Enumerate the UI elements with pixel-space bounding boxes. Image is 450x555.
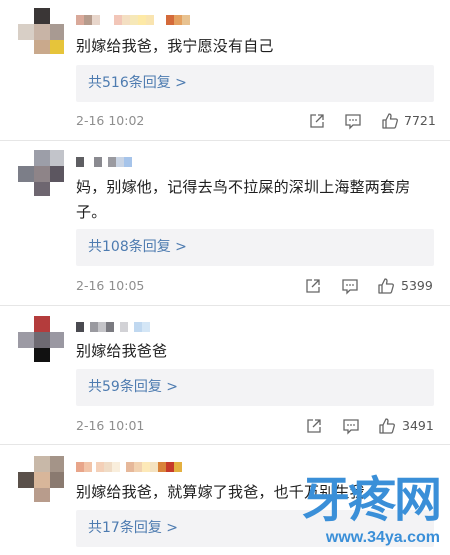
comment-time: 2-16 10:05 xyxy=(76,278,145,293)
divider xyxy=(0,140,450,141)
thumbs-up-icon[interactable] xyxy=(378,417,396,435)
comment-icon[interactable] xyxy=(342,417,360,435)
view-replies-button[interactable]: 共516条回复 > xyxy=(76,65,434,102)
view-replies-button[interactable]: 共59条回复 > xyxy=(76,369,434,406)
username-blurred[interactable] xyxy=(76,157,132,167)
avatar[interactable] xyxy=(18,316,64,362)
comment-text: 别嫁给我爸爸 xyxy=(76,342,168,360)
divider xyxy=(0,305,450,306)
comment-icon[interactable] xyxy=(341,277,359,295)
username-blurred[interactable] xyxy=(76,462,182,472)
avatar[interactable] xyxy=(18,150,64,196)
watermark-logo-text: 牙疼网 xyxy=(301,472,442,528)
share-icon[interactable] xyxy=(305,417,323,435)
reply-count-label: 共59条回复 > xyxy=(88,379,178,395)
share-icon[interactable] xyxy=(308,112,326,130)
like-count: 7721 xyxy=(404,113,436,128)
like-count: 5399 xyxy=(401,278,433,293)
username-blurred[interactable] xyxy=(76,15,190,25)
thumbs-up-icon[interactable] xyxy=(381,112,399,130)
watermark-url: www.34ya.com xyxy=(325,529,440,546)
like-count: 3491 xyxy=(402,418,434,433)
comment-meta: 2-16 10:01 3491 xyxy=(76,416,436,436)
reply-count-label: 共516条回复 > xyxy=(88,75,187,91)
avatar[interactable] xyxy=(18,456,64,502)
comment-text: 别嫁给我爸，我宁愿没有自己 xyxy=(76,37,274,55)
comment-time: 2-16 10:02 xyxy=(76,113,145,128)
watermark: 牙疼网 www.34ya.com xyxy=(296,473,446,553)
view-replies-button[interactable]: 共108条回复 > xyxy=(76,229,434,266)
comment-meta: 2-16 10:05 5399 xyxy=(76,276,436,296)
comment-meta: 2-16 10:02 7721 xyxy=(76,111,436,131)
username-blurred[interactable] xyxy=(76,322,150,332)
avatar[interactable] xyxy=(18,8,64,54)
divider xyxy=(0,444,450,445)
comment-icon[interactable] xyxy=(344,112,362,130)
comment-time: 2-16 10:01 xyxy=(76,418,145,433)
thumbs-up-icon[interactable] xyxy=(377,277,395,295)
share-icon[interactable] xyxy=(304,277,322,295)
reply-count-label: 共108条回复 > xyxy=(88,239,187,255)
comment-text: 妈，别嫁他，记得去鸟不拉屎的深圳上海整两套房子。 xyxy=(76,178,411,221)
reply-count-label: 共17条回复 > xyxy=(88,520,178,536)
